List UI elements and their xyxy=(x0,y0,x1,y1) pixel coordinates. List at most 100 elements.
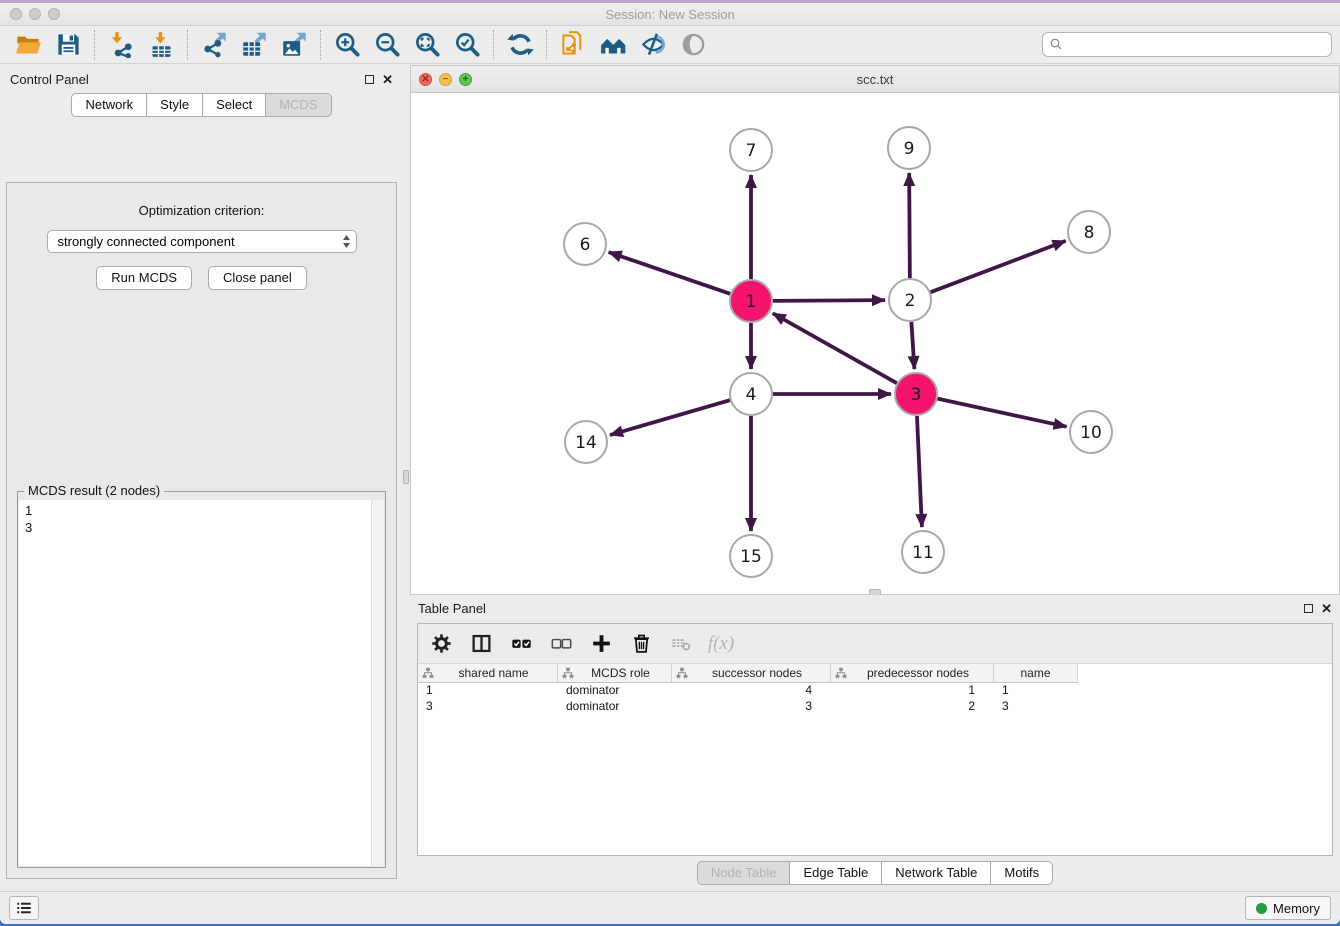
column-header-label: successor nodes xyxy=(688,666,826,680)
cell-shared-name[interactable]: 1 xyxy=(418,683,558,699)
node-label-9: 9 xyxy=(904,139,915,159)
column-header-label: shared name xyxy=(434,666,553,680)
search-icon xyxy=(1049,37,1064,52)
edge-2-3[interactable] xyxy=(911,322,914,369)
table-panel: Table Panel ✕ f(x) shared nameMCDS roles… xyxy=(410,595,1340,891)
search-input[interactable] xyxy=(1068,37,1325,52)
tab-mcds[interactable]: MCDS xyxy=(266,93,331,117)
tab-select[interactable]: Select xyxy=(203,93,266,117)
cell-MCDS-role[interactable]: dominator xyxy=(558,683,672,699)
maximize-window-button[interactable] xyxy=(48,8,60,20)
search-box[interactable] xyxy=(1042,32,1332,57)
network-minimize-button[interactable]: − xyxy=(439,73,452,86)
hide-panel-icon[interactable] xyxy=(633,30,673,60)
export-image-icon[interactable] xyxy=(274,30,314,60)
list-icon xyxy=(15,899,33,917)
float-panel-icon[interactable] xyxy=(365,75,374,84)
cell-shared-name[interactable]: 3 xyxy=(418,699,558,715)
tab-network[interactable]: Network xyxy=(71,93,147,117)
toolbar-separator xyxy=(546,30,547,60)
column-header-shared-name[interactable]: shared name xyxy=(418,664,558,683)
cell-MCDS-role[interactable]: dominator xyxy=(558,699,672,715)
column-header-successor-nodes[interactable]: successor nodes xyxy=(672,664,831,683)
add-row-icon[interactable] xyxy=(588,631,614,657)
edge-3-11[interactable] xyxy=(917,416,922,527)
new-session-icon[interactable] xyxy=(553,30,593,60)
close-panel-icon[interactable]: ✕ xyxy=(382,75,393,84)
deselect-all-icon[interactable] xyxy=(548,631,574,657)
window-controls xyxy=(10,8,60,20)
table-row[interactable]: 1dominator411 xyxy=(418,683,1332,699)
close-panel-button[interactable]: Close panel xyxy=(208,266,307,290)
refresh-icon[interactable] xyxy=(500,30,540,60)
edge-1-6[interactable] xyxy=(609,252,731,294)
open-folder-icon[interactable] xyxy=(8,30,48,60)
dropdown-value: strongly connected component xyxy=(58,234,341,249)
export-network-icon[interactable] xyxy=(194,30,234,60)
node-label-10: 10 xyxy=(1080,423,1102,443)
node-label-15: 15 xyxy=(740,547,762,567)
import-network-icon[interactable] xyxy=(101,30,141,60)
node-label-1: 1 xyxy=(746,292,757,312)
zoom-selected-icon[interactable] xyxy=(447,30,487,60)
cell-name[interactable]: 1 xyxy=(994,683,1078,699)
home-icon[interactable] xyxy=(593,30,633,60)
run-mcds-button[interactable]: Run MCDS xyxy=(96,266,192,290)
node-label-8: 8 xyxy=(1084,223,1095,243)
node-label-2: 2 xyxy=(905,291,916,311)
window-title: Session: New Session xyxy=(605,7,734,22)
delete-rows-icon[interactable] xyxy=(628,631,654,657)
column-header-MCDS-role[interactable]: MCDS role xyxy=(558,664,672,683)
zoom-in-icon[interactable] xyxy=(327,30,367,60)
edge-1-2[interactable] xyxy=(773,300,885,301)
edge-3-10[interactable] xyxy=(937,399,1066,427)
minimize-window-button[interactable] xyxy=(29,8,41,20)
panel-splitter[interactable] xyxy=(403,65,410,891)
network-maximize-button[interactable]: + xyxy=(459,73,472,86)
edge-2-8[interactable] xyxy=(931,241,1066,292)
table-row[interactable]: 3dominator323 xyxy=(418,699,1332,715)
node-label-6: 6 xyxy=(580,235,591,255)
column-header-label: MCDS role xyxy=(574,666,667,680)
cell-name[interactable]: 3 xyxy=(994,699,1078,715)
tab-style[interactable]: Style xyxy=(147,93,203,117)
cell-predecessor-nodes[interactable]: 1 xyxy=(831,683,994,699)
network-canvas[interactable]: 7968124314101511 xyxy=(411,94,1339,594)
optimization-criterion-dropdown[interactable]: strongly connected component xyxy=(47,230,357,253)
status-bar: Memory xyxy=(0,891,1340,924)
edge-3-1[interactable] xyxy=(773,313,897,383)
float-table-panel-icon[interactable] xyxy=(1304,604,1313,613)
delete-table-icon xyxy=(668,631,694,657)
network-window-titlebar: ✕ − + scc.txt xyxy=(411,66,1339,93)
result-scrollbar[interactable] xyxy=(371,500,384,866)
import-table-icon[interactable] xyxy=(141,30,181,60)
tab-network-table[interactable]: Network Table xyxy=(882,861,991,885)
cell-successor-nodes[interactable]: 3 xyxy=(672,699,831,715)
column-header-label: predecessor nodes xyxy=(847,666,989,680)
memory-button[interactable]: Memory xyxy=(1245,896,1331,920)
close-table-panel-icon[interactable]: ✕ xyxy=(1321,604,1332,613)
export-table-icon[interactable] xyxy=(234,30,274,60)
splitter-grip[interactable] xyxy=(403,470,409,484)
edge-2-9[interactable] xyxy=(909,173,910,278)
close-window-button[interactable] xyxy=(10,8,22,20)
cell-successor-nodes[interactable]: 4 xyxy=(672,683,831,699)
toolbar-separator xyxy=(320,30,321,60)
column-header-name[interactable]: name xyxy=(994,664,1078,683)
edge-4-14[interactable] xyxy=(610,400,730,435)
network-close-button[interactable]: ✕ xyxy=(419,73,432,86)
task-history-button[interactable] xyxy=(9,896,39,920)
zoom-out-icon[interactable] xyxy=(367,30,407,60)
gear-icon[interactable] xyxy=(428,631,454,657)
tab-edge-table[interactable]: Edge Table xyxy=(790,861,882,885)
split-panel-icon[interactable] xyxy=(468,631,494,657)
control-panel-title: Control Panel xyxy=(10,72,89,87)
zoom-fit-icon[interactable] xyxy=(407,30,447,60)
node-label-14: 14 xyxy=(575,433,597,453)
tab-node-table[interactable]: Node Table xyxy=(697,861,791,885)
select-all-icon[interactable] xyxy=(508,631,534,657)
column-header-predecessor-nodes[interactable]: predecessor nodes xyxy=(831,664,994,683)
save-icon[interactable] xyxy=(48,30,88,60)
cell-predecessor-nodes[interactable]: 2 xyxy=(831,699,994,715)
tab-motifs[interactable]: Motifs xyxy=(991,861,1053,885)
